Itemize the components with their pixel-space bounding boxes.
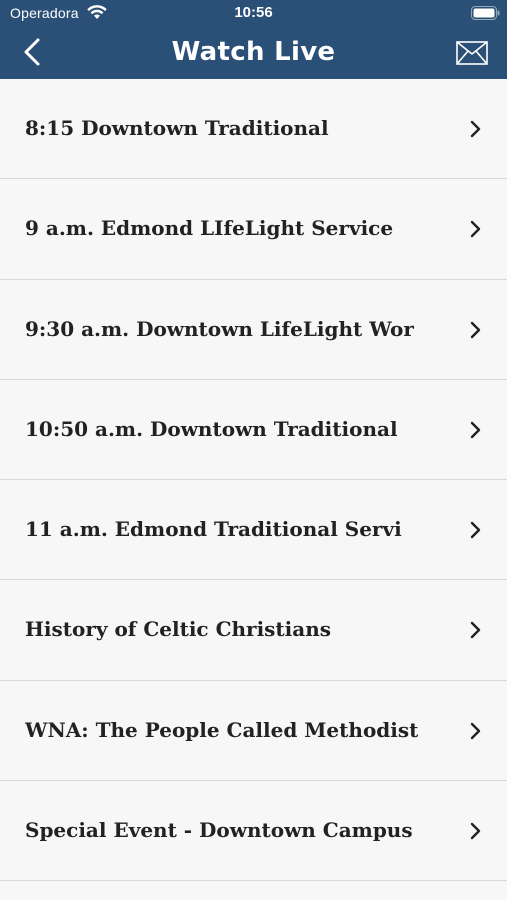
mail-icon[interactable]	[456, 41, 488, 65]
list-item-label: 11 a.m. Edmond Traditional Servi	[25, 517, 402, 542]
list-item[interactable]: 9 a.m. Edmond LIfeLight Service	[0, 179, 507, 280]
list-item[interactable]: WNA: The People Called Methodist	[0, 680, 507, 782]
list-item-label: 8:15 Downtown Traditional	[25, 116, 329, 140]
chevron-right-icon	[470, 221, 481, 238]
list-item-label: 10:50 a.m. Downtown Traditional	[25, 416, 398, 441]
navigation-bar: Watch Live	[0, 28, 507, 79]
battery-icon	[471, 6, 500, 20]
list-item[interactable]: Special Event - Downtown Campus	[0, 781, 507, 882]
page-title: Watch Live	[171, 37, 336, 67]
list-item[interactable]: History of Celtic Christians	[0, 580, 507, 681]
list-item[interactable]: 8:15 Downtown Traditional	[0, 79, 507, 180]
list-item[interactable]: 11 a.m. Edmond Traditional Servi	[0, 480, 507, 581]
top-bar: Operadora 10:56 Watch Live	[0, 0, 507, 79]
list-item-label: Special Event - Downtown Campus	[25, 818, 413, 843]
chevron-right-icon	[470, 722, 481, 739]
list-item-label: History of Celtic Christians	[25, 617, 332, 642]
list-item[interactable]: 9:30 a.m. Downtown LifeLight Wor	[0, 279, 507, 380]
chevron-right-icon	[470, 321, 481, 338]
list-item-label: 9 a.m. Edmond LIfeLight Service	[25, 216, 394, 241]
status-bar: Operadora 10:56	[0, 0, 507, 28]
chevron-right-icon	[470, 421, 481, 439]
stream-list: 8:15 Downtown Traditional 9 a.m. Edmond …	[0, 79, 507, 882]
list-item[interactable]: 10:50 a.m. Downtown Traditional	[0, 379, 507, 481]
chevron-right-icon	[470, 822, 481, 840]
chevron-right-icon	[470, 622, 481, 639]
chevron-right-icon	[470, 120, 481, 138]
status-time: 10:56	[234, 4, 273, 21]
list-item-label: 9:30 a.m. Downtown LifeLight Wor	[25, 316, 414, 341]
chevron-right-icon	[470, 521, 481, 539]
list-item-label: WNA: The People Called Methodist	[25, 717, 419, 742]
